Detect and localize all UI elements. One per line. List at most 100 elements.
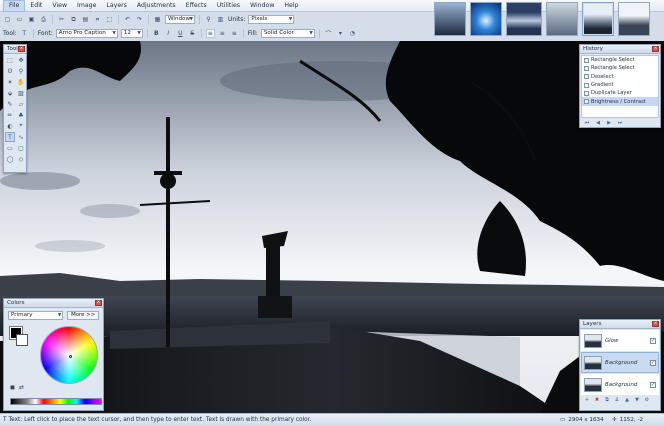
align-left-icon[interactable]: ≡ [205,29,215,38]
fill-select[interactable]: Solid Color ▼ [260,29,315,38]
paintbrush-icon[interactable]: ✎ [5,99,15,109]
eraser-icon[interactable]: ▱ [16,99,26,109]
image-thumbnail-active[interactable] [582,2,614,36]
cut-icon[interactable]: ✂ [57,15,66,24]
close-icon[interactable]: × [652,46,659,52]
crop-icon[interactable]: ⌗ [93,15,102,24]
menu-help[interactable]: Help [279,0,303,12]
window-combo[interactable]: Window ▼ [165,15,195,24]
layer-visibility-checkbox[interactable]: ✓ [650,359,656,366]
history-item-selected[interactable]: Brightness / Contrast [582,97,658,106]
history-item[interactable]: Rectangle Select [582,56,658,64]
duplicate-layer-icon[interactable]: ⧉ [603,397,611,404]
magic-wand-icon[interactable]: ✶ [5,77,15,87]
add-layer-icon[interactable]: + [583,397,591,404]
image-thumbnail[interactable] [506,2,542,36]
ellipse-icon[interactable]: ◯ [5,154,15,164]
gradient-icon[interactable]: ▨ [16,88,26,98]
rectangle-select-icon[interactable]: ⬚ [5,55,15,65]
move-selection-icon[interactable]: ✥ [16,55,26,65]
history-item[interactable]: Deselect [582,73,658,81]
close-icon[interactable]: × [95,300,102,306]
font-select[interactable]: Arno Pro Caption ▼ [55,29,118,38]
menu-file[interactable]: File [3,0,26,12]
paint-bucket-icon[interactable]: ⬙ [5,88,15,98]
more-colors-button[interactable]: More >> [67,311,99,320]
line-curve-icon[interactable]: ∿ [16,132,26,142]
clone-stamp-icon[interactable]: ♣ [16,110,26,120]
swap-colors-icon[interactable]: ⇄ [19,384,24,391]
move-layer-down-icon[interactable]: ▼ [633,397,641,404]
save-icon[interactable]: ▣ [27,15,36,24]
close-icon[interactable]: × [18,46,25,52]
image-thumbnail[interactable] [434,2,466,36]
ruler-icon[interactable]: ▥ [216,15,225,24]
zoom-icon[interactable]: ⚲ [204,15,213,24]
layer-row[interactable]: Glow ✓ [581,330,659,351]
color-wheel[interactable] [40,326,98,384]
text-tool-icon[interactable]: T [20,29,29,38]
strikethrough-button[interactable]: S [188,29,197,38]
print-icon[interactable]: ⎙ [39,15,48,24]
deselect-icon[interactable]: ⬚ [105,15,114,24]
blend-mode-icon[interactable]: ▾ [336,29,345,38]
image-thumbnail[interactable] [470,2,502,36]
bold-button[interactable]: B [152,29,161,38]
layer-visibility-checkbox[interactable]: ✓ [650,381,656,388]
layer-row-selected[interactable]: Background ✓ [581,352,659,373]
lasso-icon[interactable]: ʘ [5,66,15,76]
image-thumbnail[interactable] [618,2,650,36]
menu-adjustments[interactable]: Adjustments [132,0,181,12]
history-item[interactable]: Gradient [582,81,658,89]
history-item[interactable]: Rectangle Select [582,64,658,72]
recolor-icon[interactable]: ◐ [5,121,15,131]
history-item[interactable]: Duplicate Layer [582,89,658,97]
merge-layer-icon[interactable]: ⇊ [613,397,621,404]
paste-icon[interactable]: ▤ [81,15,90,24]
fast-forward-icon[interactable]: ⏭ [616,120,624,127]
zoom-tool-icon[interactable]: ⚲ [16,66,26,76]
delete-layer-icon[interactable]: ✖ [593,397,601,404]
close-icon[interactable]: × [652,321,659,327]
italic-button[interactable]: I [164,29,173,38]
layer-visibility-checkbox[interactable]: ✓ [650,337,656,344]
reset-colors-icon[interactable]: ◼ [10,384,15,391]
align-center-icon[interactable]: ≡ [218,29,227,38]
units-select[interactable]: Pixels ▼ [248,15,295,24]
menu-window[interactable]: Window [245,0,279,12]
new-icon[interactable]: ▢ [3,15,12,24]
move-layer-up-icon[interactable]: ▲ [623,397,631,404]
menu-layers[interactable]: Layers [101,0,131,12]
rectangle-icon[interactable]: ▭ [5,143,15,153]
redo-icon[interactable]: ▶ [605,120,613,127]
image-thumbnail[interactable] [546,2,578,36]
menu-effects[interactable]: Effects [181,0,212,12]
color-palette[interactable] [10,398,102,405]
font-size-select[interactable]: 12 ▼ [120,29,143,38]
layer-row[interactable]: Background ✓ [581,374,659,395]
copy-icon[interactable]: ⧉ [69,15,78,24]
grid-icon[interactable]: ▦ [153,15,162,24]
rounded-rectangle-icon[interactable]: ▢ [16,143,26,153]
freeform-shape-icon[interactable]: ◇ [16,154,26,164]
undo-icon[interactable]: ◀ [594,120,602,127]
color-mode-select[interactable]: Primary ▼ [8,311,64,320]
menu-edit[interactable]: Edit [25,0,47,12]
antialias-icon[interactable]: ⌒ [324,29,333,38]
open-icon[interactable]: ▭ [15,15,24,24]
pan-icon[interactable]: ✋ [16,77,26,87]
menu-utilities[interactable]: Utilities [212,0,245,12]
color-picker-icon[interactable]: ⌖ [16,121,26,131]
rewind-icon[interactable]: ⏮ [583,120,591,127]
text-tool-icon[interactable]: T [5,132,15,142]
pencil-icon[interactable]: ✏ [5,110,15,120]
menu-view[interactable]: View [47,0,72,12]
menu-image[interactable]: Image [72,0,101,12]
redo-icon[interactable]: ↷ [135,15,144,24]
alpha-blend-icon[interactable]: ◔ [348,29,357,38]
align-right-icon[interactable]: ≡ [230,29,239,38]
layer-properties-icon[interactable]: ⚙ [643,397,651,404]
undo-icon[interactable]: ↶ [123,15,132,24]
secondary-color-swatch[interactable] [16,334,28,346]
underline-button[interactable]: U [176,29,185,38]
